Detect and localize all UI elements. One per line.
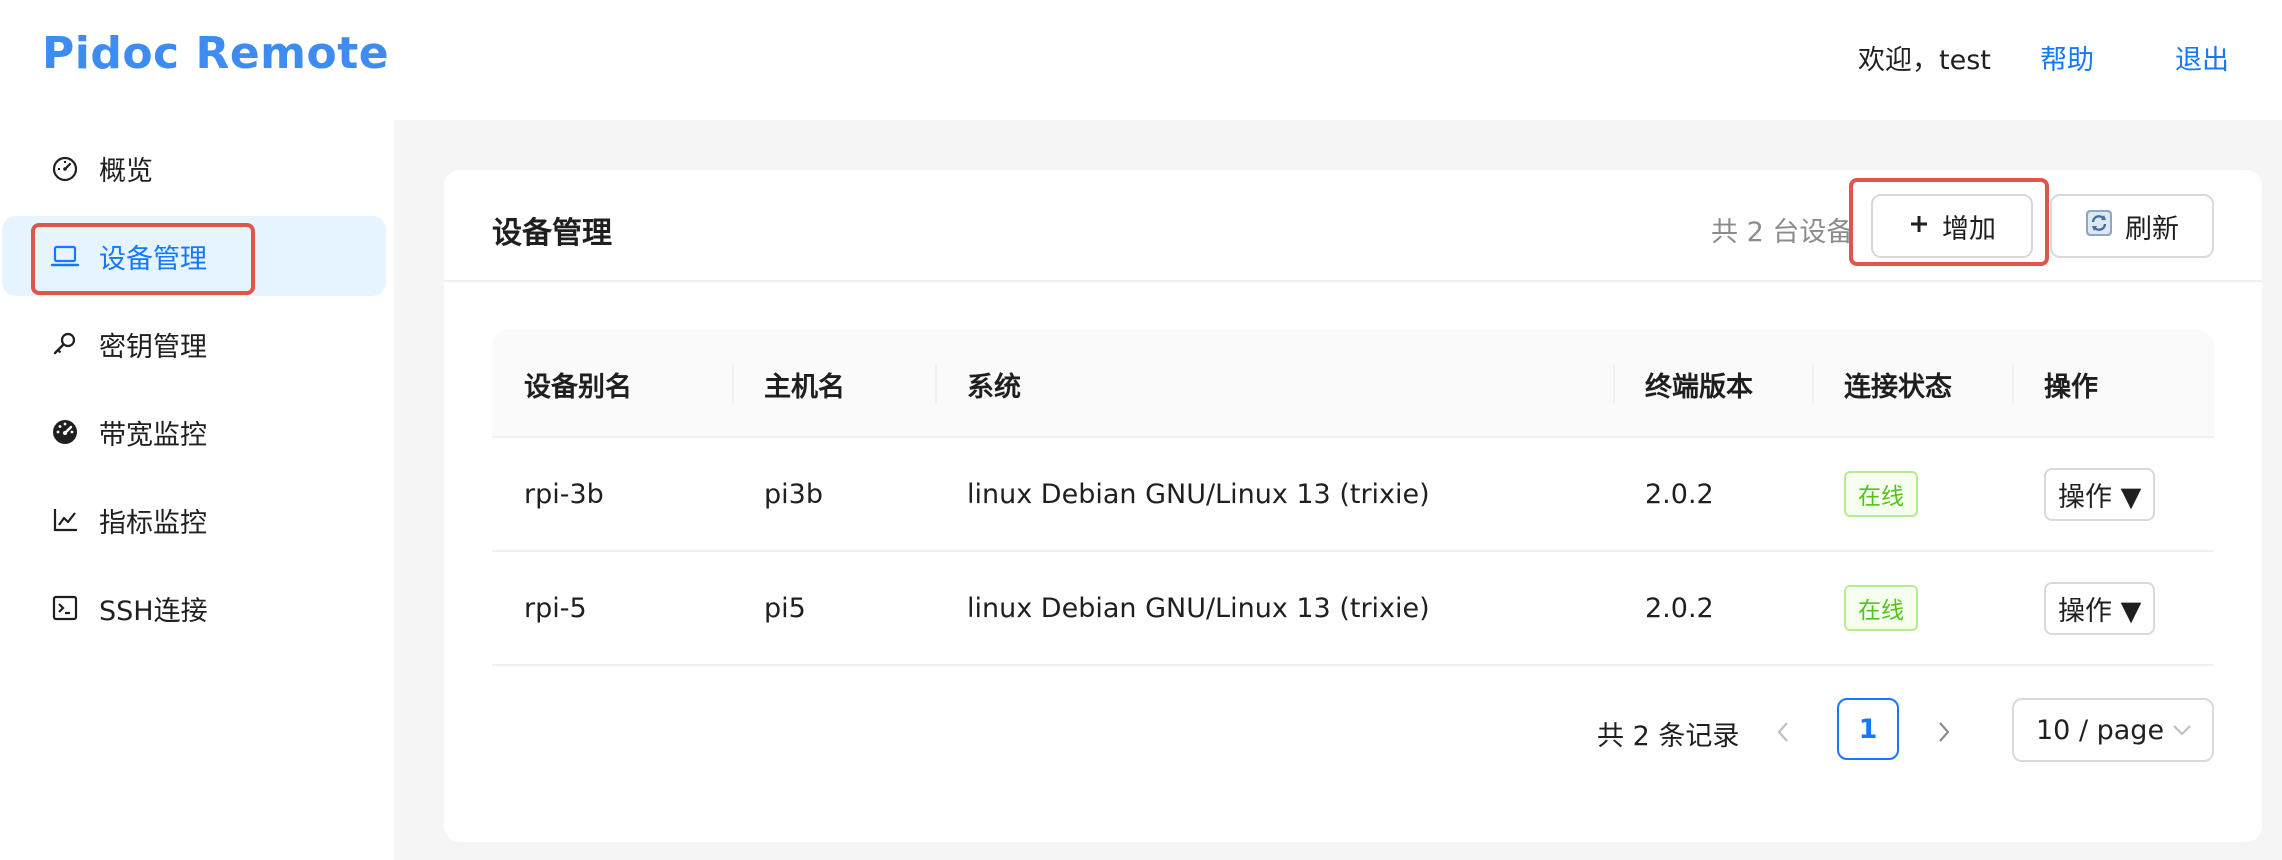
cell-version: 2.0.2 [1645, 478, 1714, 510]
sidebar-item-label: SSH连接 [99, 595, 208, 627]
sidebar-item-label: 设备管理 [99, 243, 207, 275]
sidebar-item-ssh[interactable]: SSH连接 [2, 568, 386, 648]
pagination-total: 共 2 条记录 [1597, 721, 1740, 752]
status-badge: 在线 [1844, 471, 1918, 517]
column-divider [1812, 364, 1814, 404]
sidebar-item-bandwidth[interactable]: 带宽监控 [2, 392, 386, 472]
sidebar-item-label: 密钥管理 [99, 331, 207, 363]
sidebar: 概览 设备管理 密钥管理 带宽监控 指标监控 SSH连接 [0, 120, 394, 860]
page-size-select[interactable]: 10 / page [2012, 698, 2214, 762]
table-row: rpi-3b pi3b linux Debian GNU/Linux 13 (t… [492, 438, 2214, 552]
sidebar-item-metrics[interactable]: 指标监控 [2, 480, 386, 560]
cell-hostname: pi3b [764, 478, 823, 510]
column-header-alias: 设备别名 [524, 371, 632, 403]
pagination-next-button[interactable] [1935, 718, 1953, 782]
page-title: 设备管理 [492, 216, 612, 251]
logout-link[interactable]: 退出 [2175, 38, 2229, 77]
pagination-page-1[interactable]: 1 [1837, 698, 1899, 760]
chevron-right-icon [1935, 718, 1953, 753]
cell-system: linux Debian GNU/Linux 13 (trixie) [967, 478, 1430, 510]
column-header-status: 连接状态 [1844, 371, 1952, 403]
refresh-label: 刷新 [2125, 213, 2179, 245]
device-count: 共 2 台设备 [1711, 217, 1851, 248]
cell-alias: rpi-5 [524, 592, 587, 624]
column-header-actions: 操作 [2044, 371, 2098, 403]
top-header: Pidoc Remote 欢迎，test 帮助 退出 [0, 0, 2282, 120]
add-label: 增加 [1942, 213, 1996, 245]
row-action-dropdown[interactable]: 操作 ▼ [2044, 581, 2156, 635]
column-divider [935, 364, 937, 404]
welcome-text: 欢迎，test [1858, 45, 1991, 76]
dashboard-icon [50, 153, 80, 183]
sidebar-item-label: 概览 [99, 155, 153, 187]
refresh-icon [2085, 209, 2113, 244]
table-header: 设备别名 主机名 系统 终端版本 连接状态 操作 [492, 330, 2214, 438]
app-logo[interactable]: Pidoc Remote [42, 28, 389, 79]
sidebar-item-label: 带宽监控 [99, 419, 207, 451]
refresh-button[interactable]: 刷新 [2050, 194, 2214, 258]
help-link[interactable]: 帮助 [2040, 38, 2094, 77]
column-divider [1613, 364, 1615, 404]
card-header: 设备管理 共 2 台设备 增加 刷新 [444, 170, 2262, 282]
column-header-version: 终端版本 [1645, 371, 1753, 403]
table-row: rpi-5 pi5 linux Debian GNU/Linux 13 (tri… [492, 552, 2214, 666]
pagination-prev-button[interactable] [1774, 718, 1792, 782]
terminal-icon [50, 593, 80, 623]
line-chart-icon [50, 505, 80, 535]
device-card: 设备管理 共 2 台设备 增加 刷新 设备别名 主机名 系统 终端版本 连接状态 [444, 170, 2262, 842]
page-size-value: 10 / page [2036, 714, 2165, 746]
status-badge: 在线 [1844, 585, 1918, 631]
sidebar-item-label: 指标监控 [99, 507, 207, 539]
key-icon [50, 329, 80, 359]
sidebar-item-keys[interactable]: 密钥管理 [2, 304, 386, 384]
plus-icon [1908, 211, 1930, 242]
chevron-down-icon [2170, 716, 2194, 751]
chevron-left-icon [1774, 718, 1792, 753]
gauge-icon [50, 417, 80, 447]
cell-version: 2.0.2 [1645, 592, 1714, 624]
sidebar-item-overview[interactable]: 概览 [2, 128, 386, 208]
column-header-hostname: 主机名 [764, 371, 845, 403]
add-device-button[interactable]: 增加 [1871, 194, 2033, 258]
laptop-icon [50, 241, 80, 271]
row-action-dropdown[interactable]: 操作 ▼ [2044, 467, 2156, 521]
cell-system: linux Debian GNU/Linux 13 (trixie) [967, 592, 1430, 624]
cell-alias: rpi-3b [524, 478, 604, 510]
cell-hostname: pi5 [764, 592, 806, 624]
column-divider [2012, 364, 2014, 404]
column-header-system: 系统 [967, 371, 1021, 403]
sidebar-item-devices[interactable]: 设备管理 [2, 216, 386, 296]
column-divider [732, 364, 734, 404]
